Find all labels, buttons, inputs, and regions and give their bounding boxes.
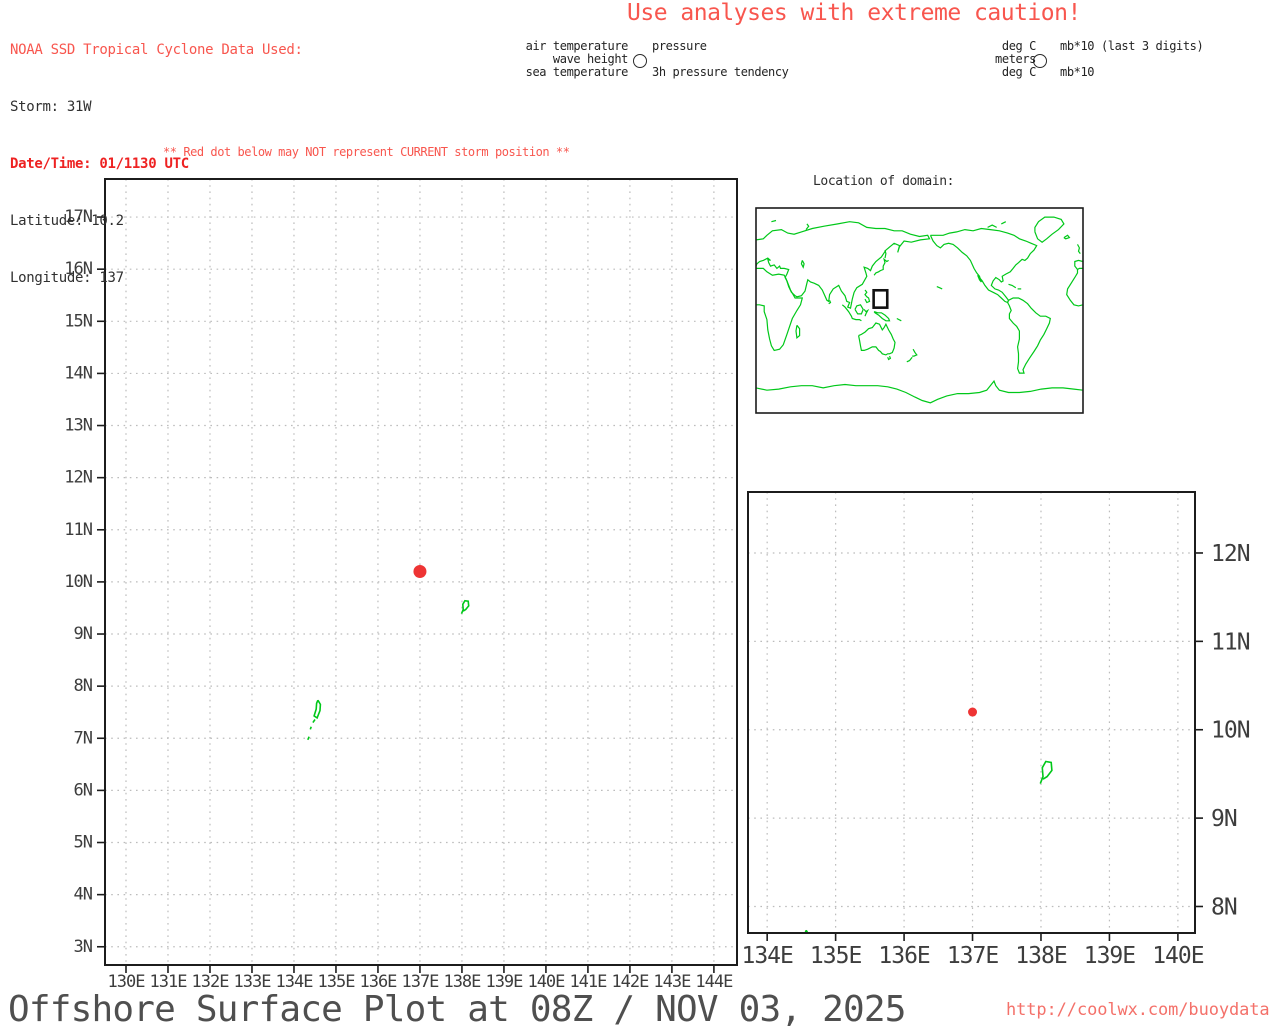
coastline (795, 324, 801, 339)
island-palau-south-3 (307, 736, 310, 741)
y-tick-label: 8N (1211, 894, 1237, 920)
x-tick-label: 137E (947, 943, 999, 969)
storm-info-latitude: Latitude: 10.2 (10, 213, 124, 229)
axis-ticks (97, 216, 715, 973)
y-tick-label: 8N (74, 676, 93, 696)
coastline (936, 286, 943, 290)
island-palau-south-2 (794, 975, 795, 979)
coastline (873, 311, 891, 322)
x-tick-label: 139E (1084, 943, 1136, 969)
coastline (896, 317, 902, 322)
domain-rectangle (872, 288, 889, 309)
island-yap (460, 599, 470, 615)
coastline (1001, 221, 1007, 225)
y-tick-label: 14N (64, 363, 92, 383)
coastline (1008, 283, 1017, 289)
coastline (756, 267, 804, 352)
coastline (805, 223, 810, 230)
station-model-circle-icon (633, 54, 647, 68)
y-tick-label: 10N (64, 572, 92, 592)
y-tick-label: 10N (1211, 718, 1250, 744)
island-palau (313, 699, 322, 720)
legend-pressure-tendency-label: 3h pressure tendency (652, 65, 789, 79)
storm-position-dot (413, 564, 427, 578)
axis-ticks (766, 552, 1203, 941)
legend-pressure-tendency-units: mb*10 (1060, 65, 1095, 79)
coastline (1034, 216, 1065, 243)
coastline (929, 227, 1038, 304)
offshore-surface-plot-page: { "header": { "storm_info": { "lines": [… (0, 0, 1280, 1030)
coastline (756, 221, 931, 310)
storm-info-storm-id: Storm: 31W (10, 99, 92, 115)
coastline (863, 308, 870, 317)
island-yap (1039, 760, 1053, 784)
y-tick-label: 11N (64, 520, 92, 540)
coastline (771, 219, 777, 223)
y-tick-label: 9N (74, 624, 93, 644)
y-tick-label: 4N (74, 885, 93, 905)
y-tick-label: 3N (74, 937, 93, 957)
y-tick-label: 12N (64, 468, 92, 488)
legend-pressure-units: mb*10 (last 3 digits) (1060, 39, 1204, 53)
coastline (1006, 297, 1051, 374)
legend-sea-temperature-label: sea temperature (525, 65, 629, 79)
coastline (1076, 244, 1081, 254)
coastline (906, 356, 913, 363)
legend-pressure-label: pressure (652, 39, 707, 53)
coastline (887, 355, 892, 361)
coastline (841, 304, 862, 322)
y-tick-label: 6N (74, 780, 93, 800)
inset-title: Location of domain: (813, 174, 955, 189)
coastline (864, 289, 871, 304)
coastline (987, 224, 997, 228)
island-palau-south-2 (309, 726, 312, 730)
storm-position-dot (968, 707, 978, 717)
world-map-inset (755, 207, 1084, 414)
coastline (1066, 267, 1083, 307)
storm-position-note: ** Red dot below may NOT represent CURRE… (163, 145, 570, 159)
coastline (912, 348, 918, 357)
island-palau-south-1 (798, 963, 801, 968)
y-tick-label: 9N (1211, 806, 1237, 832)
coastline (756, 379, 1083, 404)
legend-sea-temperature-units: deg C (1001, 65, 1037, 79)
y-tick-label: 15N (64, 311, 92, 331)
x-tick-label: 134E (741, 943, 793, 969)
axis-labels: 130E 131E 132E 133E 134E 135E 136E 137E 138E 139E… (64, 207, 734, 992)
caution-warning: Use analyses with extreme caution! (627, 0, 1081, 26)
coastline (1063, 234, 1071, 240)
coastline (884, 249, 887, 259)
x-tick-label: 138E (1015, 943, 1067, 969)
storm-info-longitude: Longitude: 137 (10, 270, 124, 286)
x-tick-label: 135E (810, 943, 862, 969)
x-tick-label: 140E (1152, 943, 1204, 969)
y-tick-label: 11N (1211, 629, 1250, 655)
y-tick-label: 12N (1211, 541, 1250, 567)
y-tick-label: 5N (74, 833, 93, 853)
coastline (854, 304, 864, 315)
coastline (858, 322, 896, 356)
island-palau-south-1 (312, 719, 316, 724)
zoom-inset-plot: 134E 135E 136E 137E 138E 139E 140E 8N 9N 10N 11N 12… (741, 491, 1251, 979)
y-tick-label: 13N (64, 416, 92, 436)
coastlines (756, 216, 1083, 404)
y-tick-label: 7N (74, 728, 93, 748)
x-tick-label: 136E (878, 943, 930, 969)
axis-labels: 134E 135E 136E 137E 138E 139E 140E 8N 9N 10N 11N 12… (741, 541, 1250, 969)
source-url: http://coolwx.com/buoydata (1006, 1000, 1270, 1020)
coastline (800, 260, 805, 269)
storm-info-source: NOAA SSD Tropical Cyclone Data Used: (10, 42, 303, 58)
island-outlines (307, 599, 470, 741)
island-palau (804, 929, 809, 933)
